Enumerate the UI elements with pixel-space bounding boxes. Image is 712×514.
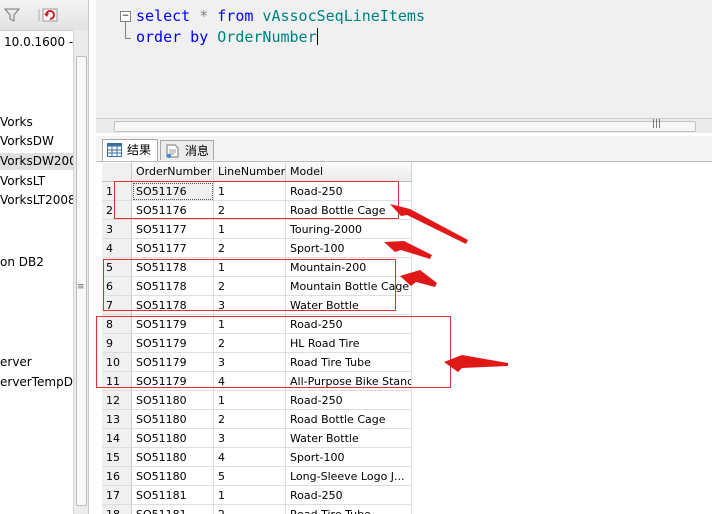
grid-cell-model[interactable]: Touring-2000 [286, 220, 412, 239]
code-line-1[interactable]: select * from vAssocSeqLineItems [136, 6, 425, 26]
grid-cell-ordernumber[interactable]: SO51180 [132, 448, 214, 467]
editor-scrollbar-thumb[interactable] [114, 121, 696, 132]
object-explorer-pane: 10.0.1600 - Vorks VorksDW VorksDW200 Vor… [0, 0, 89, 514]
grid-header-row: OrderNumber LineNumber Model [102, 163, 412, 182]
code-line-2[interactable]: order by OrderNumber [136, 27, 318, 47]
grid-cell-model[interactable]: Road Bottle Cage [286, 410, 412, 429]
grid-cell-linenumber[interactable]: 2 [214, 505, 286, 514]
grid-cell-ordernumber[interactable]: SO51181 [132, 505, 214, 514]
tree-item-db2[interactable]: on DB2 [0, 254, 44, 271]
grid-cell-linenumber[interactable]: 5 [214, 467, 286, 486]
grid-cell-rownum[interactable]: 15 [102, 448, 132, 467]
tree-item-adventureworkslt2008[interactable]: VorksLT2008I [0, 192, 79, 209]
highlight-box-so51176 [114, 181, 399, 219]
table-row[interactable]: 3 SO51177 1 Touring-2000 [102, 220, 412, 239]
grid-header-model[interactable]: Model [286, 163, 412, 181]
grid-cell-ordernumber[interactable]: SO51180 [132, 467, 214, 486]
editor-text-area[interactable]: select * from vAssocSeqLineItems order b… [118, 0, 712, 118]
messages-icon [166, 144, 179, 158]
tab-results[interactable]: 结果 [102, 139, 158, 161]
grid-cell-model[interactable]: Water Bottle [286, 429, 412, 448]
object-explorer-scrollbar-thumb[interactable] [76, 56, 87, 506]
grid-cell-linenumber[interactable]: 1 [214, 391, 286, 410]
editor-horizontal-scrollbar[interactable]: ||| [96, 118, 712, 133]
tab-messages[interactable]: 消息 [160, 140, 214, 160]
editor-margin [96, 0, 116, 118]
grid-cell-model[interactable]: Long-Sleeve Logo J... [286, 467, 412, 486]
table-row[interactable]: 17 SO51181 1 Road-250 [102, 486, 412, 505]
grid-cell-model[interactable]: Road Tire Tube [286, 505, 412, 514]
grid-cell-model[interactable]: Road-250 [286, 486, 412, 505]
grid-header-linenumber[interactable]: LineNumber [214, 163, 286, 181]
grid-cell-model[interactable]: Sport-100 [286, 239, 412, 258]
grid-cell-linenumber[interactable]: 2 [214, 410, 286, 429]
filter-icon[interactable] [4, 7, 20, 23]
grid-cell-ordernumber[interactable]: SO51181 [132, 486, 214, 505]
results-tab-bar: 结果 消息 [96, 136, 712, 162]
grid-cell-rownum[interactable]: 17 [102, 486, 132, 505]
tree-item-adventureworks[interactable]: Vorks [0, 114, 33, 131]
tree-item-adventureworksdw2008[interactable]: VorksDW200 [0, 153, 77, 170]
grid-header-rownum[interactable] [102, 163, 132, 181]
grid-cell-ordernumber[interactable]: SO51180 [132, 429, 214, 448]
table-row[interactable]: 16 SO51180 5 Long-Sleeve Logo J... [102, 467, 412, 486]
text-caret [316, 28, 318, 45]
object-explorer-scrollbar[interactable]: ≡ [73, 30, 88, 514]
tree-item-adventureworkslt[interactable]: VorksLT [0, 173, 45, 190]
grid-cell-linenumber[interactable]: 3 [214, 429, 286, 448]
grid-cell-rownum[interactable]: 12 [102, 391, 132, 410]
tree-item-reportserver[interactable]: erver [0, 354, 32, 371]
grid-cell-linenumber[interactable]: 2 [214, 239, 286, 258]
grid-cell-linenumber[interactable]: 1 [214, 220, 286, 239]
grid-cell-model[interactable]: Road-250 [286, 391, 412, 410]
table-row[interactable]: 18SO511812Road Tire Tube [102, 505, 412, 514]
scrollbar-grip-icon: ≡ [77, 282, 85, 292]
grid-cell-rownum[interactable]: 3 [102, 220, 132, 239]
query-editor[interactable]: select * from vAssocSeqLineItems order b… [96, 0, 712, 118]
table-row[interactable]: 13 SO51180 2 Road Bottle Cage [102, 410, 412, 429]
grid-cell-ordernumber[interactable]: SO51180 [132, 410, 214, 429]
grid-cell-ordernumber[interactable]: SO51180 [132, 391, 214, 410]
grid-cell-rownum[interactable]: 14 [102, 429, 132, 448]
grid-cell-ordernumber[interactable]: SO51177 [132, 220, 214, 239]
grid-cell-linenumber[interactable]: 4 [214, 448, 286, 467]
grid-icon [107, 143, 122, 157]
server-node-label: 10.0.1600 - [4, 35, 74, 49]
grid-header-ordernumber[interactable]: OrderNumber [132, 163, 214, 181]
refresh-icon[interactable] [42, 7, 58, 23]
tree-item-adventureworksdw[interactable]: VorksDW [0, 133, 54, 150]
grid-cell-rownum[interactable]: 13 [102, 410, 132, 429]
table-row[interactable]: 12 SO51180 1 Road-250 [102, 391, 412, 410]
highlight-box-so51179 [96, 316, 451, 388]
scrollbar-grip-icon: ||| [652, 119, 662, 129]
table-row[interactable]: 14 SO51180 3 Water Bottle [102, 429, 412, 448]
table-row[interactable]: 15 SO51180 4 Sport-100 [102, 448, 412, 467]
object-explorer-toolbar [0, 0, 88, 31]
grid-cell-ordernumber[interactable]: SO51177 [132, 239, 214, 258]
table-row[interactable]: 4 SO51177 2 Sport-100 [102, 239, 412, 258]
grid-cell-rownum[interactable]: 18 [102, 505, 132, 514]
grid-cell-linenumber[interactable]: 1 [214, 486, 286, 505]
tree-item-reportservertempdb[interactable]: erverTempDI [0, 374, 77, 391]
outline-guide [125, 21, 126, 38]
grid-cell-model[interactable]: Sport-100 [286, 448, 412, 467]
grid-cell-rownum[interactable]: 4 [102, 239, 132, 258]
highlight-box-so51178 [103, 259, 396, 311]
outline-guide-end [125, 38, 131, 39]
grid-cell-rownum[interactable]: 16 [102, 467, 132, 486]
